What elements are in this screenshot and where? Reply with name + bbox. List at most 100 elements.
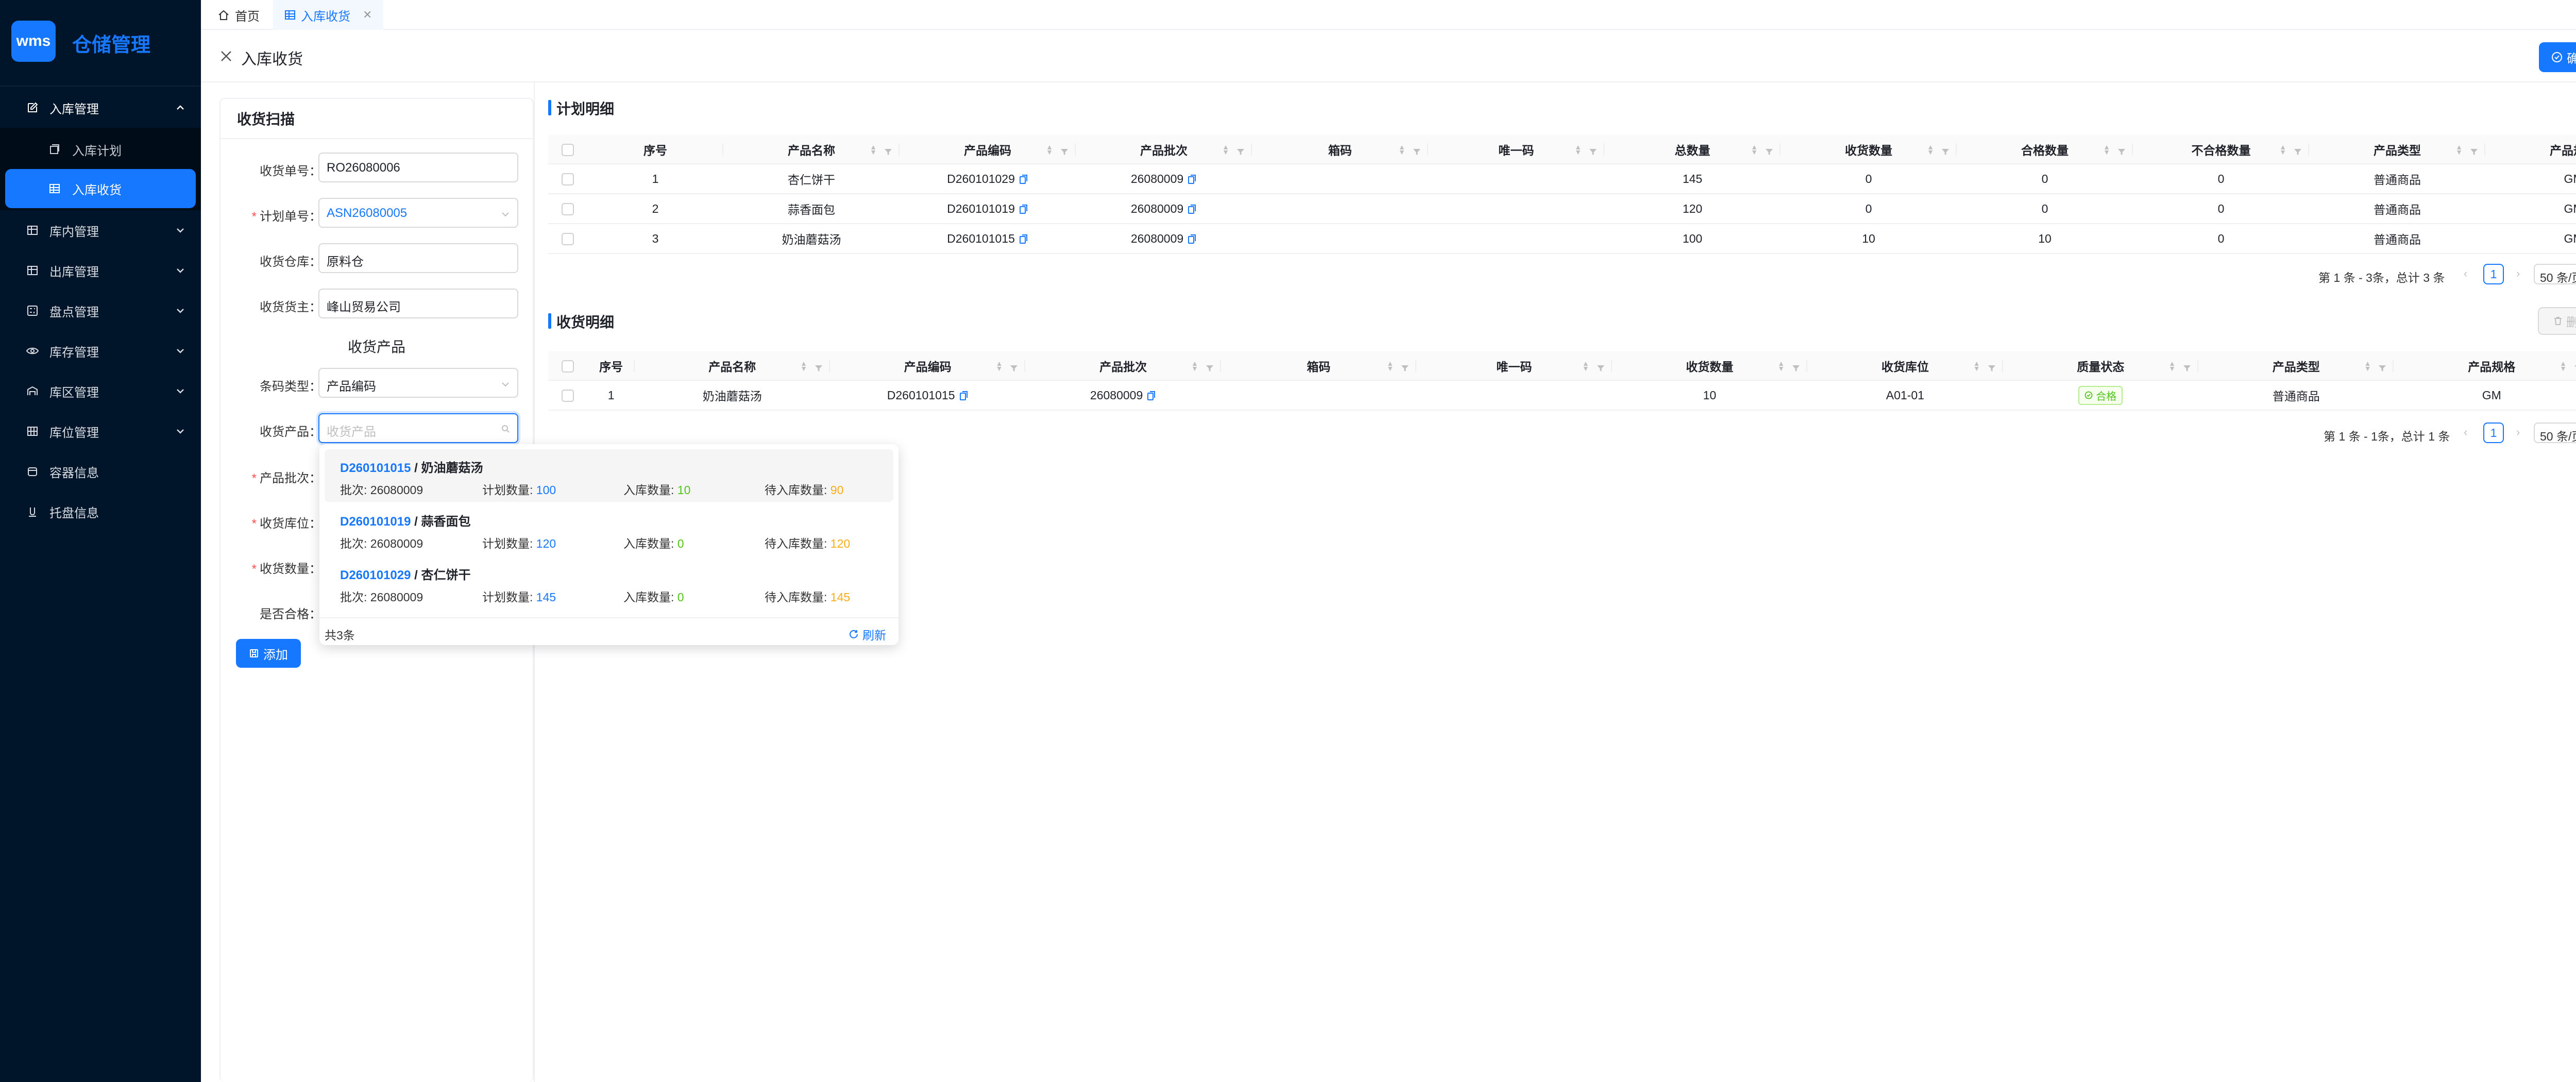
dropdown-option[interactable]: D260101029 / 杏仁饼干 批次: 26080009 计划数量: 145… <box>325 556 893 609</box>
column-header[interactable]: 不合格数量 ▲ ▼ <box>2133 135 2309 164</box>
sort-icon[interactable]: ▲ ▼ <box>1927 143 1934 156</box>
sort-icon[interactable]: ▲ ▼ <box>2103 143 2110 156</box>
copy-icon[interactable] <box>1188 174 1197 184</box>
page-number[interactable]: 1 <box>2483 422 2504 443</box>
sidebar-item-inventory[interactable]: 库存管理 <box>0 331 201 371</box>
tab-inbound-receiving[interactable]: 入库收货 ✕ <box>273 0 384 30</box>
sidebar-item-zone[interactable]: 库区管理 <box>0 371 201 411</box>
dropdown-option[interactable]: D260101019 / 蒜香面包 批次: 26080009 计划数量: 120… <box>325 503 893 555</box>
sort-icon[interactable]: ▲ ▼ <box>996 360 1003 372</box>
filter-icon[interactable] <box>1060 145 1069 159</box>
column-header[interactable]: 产品名称 ▲ ▼ <box>634 351 830 381</box>
filter-icon[interactable] <box>1792 362 1800 376</box>
column-header[interactable]: 产品批次 ▲ ▼ <box>1076 135 1252 164</box>
filter-icon[interactable] <box>1988 362 1996 376</box>
next-page-icon[interactable]: › <box>2516 426 2520 439</box>
column-header[interactable]: 产品类型 ▲ ▼ <box>2309 135 2485 164</box>
sidebar-item-container[interactable]: 容器信息 <box>0 451 201 492</box>
column-header[interactable]: 收货库位 ▲ ▼ <box>1807 351 2003 381</box>
table-cell-batch[interactable]: 26080009 <box>1025 380 1221 411</box>
sidebar-item-stocktake[interactable]: 盘点管理 <box>0 291 201 331</box>
filter-icon[interactable] <box>1010 362 1018 376</box>
filter-icon[interactable] <box>2574 362 2576 376</box>
plan-no-select[interactable]: ASN26080005 <box>318 198 518 228</box>
row-checkbox[interactable] <box>562 173 574 186</box>
sort-icon[interactable]: ▲ ▼ <box>800 360 807 372</box>
column-header[interactable]: 产品批次 ▲ ▼ <box>1025 351 1221 381</box>
column-header[interactable]: 产品名称 ▲ ▼ <box>723 135 900 164</box>
sort-icon[interactable]: ▲ ▼ <box>1398 143 1405 156</box>
column-header[interactable]: 产品类型 ▲ ▼ <box>2198 351 2394 381</box>
filter-icon[interactable] <box>1589 145 1597 159</box>
column-header[interactable]: 合格数量 ▲ ▼ <box>1957 135 2133 164</box>
copy-icon[interactable] <box>1019 234 1028 244</box>
row-checkbox[interactable] <box>562 203 574 216</box>
sort-icon[interactable]: ▲ ▼ <box>1046 143 1053 156</box>
table-cell-code[interactable]: D260101015 <box>829 380 1026 411</box>
sort-icon[interactable]: ▲ ▼ <box>1751 143 1758 156</box>
filter-icon[interactable] <box>1941 145 1950 159</box>
sort-icon[interactable]: ▲ ▼ <box>1973 360 1980 372</box>
sort-icon[interactable]: ▲ ▼ <box>870 143 877 156</box>
close-icon[interactable] <box>219 49 233 65</box>
sort-icon[interactable]: ▲ ▼ <box>2168 360 2176 372</box>
refresh-button[interactable]: 刷新 <box>848 625 886 643</box>
table-cell-batch[interactable]: 26080009 <box>1076 194 1252 224</box>
filter-icon[interactable] <box>2378 362 2386 376</box>
prev-page-icon[interactable]: ‹ <box>2464 267 2467 280</box>
copy-icon[interactable] <box>959 391 969 401</box>
owner-input[interactable]: 峰山贸易公司 <box>318 289 518 318</box>
page-size-select[interactable]: 50 条/页 <box>2534 264 2576 284</box>
filter-icon[interactable] <box>1413 145 1421 159</box>
sort-icon[interactable]: ▲ ▼ <box>1386 360 1394 372</box>
prev-page-icon[interactable]: ‹ <box>2464 426 2467 439</box>
page-size-select[interactable]: 50 条/页 <box>2534 422 2576 443</box>
filter-icon[interactable] <box>2294 145 2302 159</box>
filter-icon[interactable] <box>1597 362 1605 376</box>
sort-icon[interactable]: ▲ ▼ <box>1222 143 1229 156</box>
filter-icon[interactable] <box>2117 145 2126 159</box>
page-number[interactable]: 1 <box>2483 264 2504 284</box>
copy-icon[interactable] <box>1188 234 1197 244</box>
sidebar-item-inbound-receiving[interactable]: 入库收货 <box>5 169 196 208</box>
filter-icon[interactable] <box>815 362 823 376</box>
table-cell-batch[interactable]: 26080009 <box>1076 224 1252 254</box>
dropdown-option[interactable]: D260101015 / 奶油蘑菇汤 批次: 26080009 计划数量: 10… <box>325 449 893 502</box>
table-cell-code[interactable]: D260101029 <box>900 164 1076 194</box>
table-row[interactable]: 3奶油蘑菇汤D2601010152608000910010100普通商品GM <box>548 224 2576 254</box>
copy-icon[interactable] <box>1147 391 1156 401</box>
table-row[interactable]: 1 奶油蘑菇汤 D260101015 26080009 10 A01-01 合格 普通商品 GM <box>548 380 2576 411</box>
table-cell-code[interactable]: D260101015 <box>900 224 1076 254</box>
select-all-checkbox[interactable] <box>562 360 574 373</box>
table-cell-batch[interactable]: 26080009 <box>1076 164 1252 194</box>
copy-icon[interactable] <box>1019 204 1028 214</box>
table-cell-code[interactable]: D260101019 <box>900 194 1076 224</box>
column-header[interactable]: 序号 <box>587 135 723 164</box>
filter-icon[interactable] <box>2470 145 2478 159</box>
column-header[interactable]: 产品编码 ▲ ▼ <box>900 135 1076 164</box>
column-header[interactable]: 产品规格▲▼ <box>2394 351 2576 381</box>
table-row[interactable]: 1 杏仁饼干 D260101029 26080009 145 0 0 0 普通商品 GM <box>548 164 2576 194</box>
barcode-type-select[interactable]: 产品编码 <box>318 368 518 398</box>
filter-icon[interactable] <box>1236 145 1245 159</box>
sort-icon[interactable]: ▲ ▼ <box>2279 143 2286 156</box>
column-header[interactable]: 产品编码 ▲ ▼ <box>829 351 1026 381</box>
filter-icon[interactable] <box>2183 362 2191 376</box>
receipt-no-input[interactable]: RO26080006 <box>318 153 518 182</box>
column-header[interactable]: 产品规格▲▼ <box>2485 135 2576 164</box>
sidebar-item-inbound[interactable]: 入库管理 <box>0 88 201 128</box>
warehouse-input[interactable]: 原料仓 <box>318 243 518 273</box>
sort-icon[interactable]: ▲ ▼ <box>2560 360 2567 372</box>
sidebar-item-in-warehouse[interactable]: 库内管理 <box>0 210 201 250</box>
column-header[interactable]: 收货数量 ▲ ▼ <box>1781 135 1957 164</box>
tab-home[interactable]: 首页 <box>206 0 271 30</box>
row-checkbox[interactable] <box>562 233 574 246</box>
column-header[interactable]: 收货数量 ▲ ▼ <box>1612 351 1808 381</box>
table-row[interactable]: 2 蒜香面包 D260101019 26080009 120 0 0 0 普通商品 GM <box>548 194 2576 224</box>
sidebar-item-outbound[interactable]: 出库管理 <box>0 250 201 291</box>
sort-icon[interactable]: ▲ ▼ <box>1191 360 1198 372</box>
copy-icon[interactable] <box>1188 204 1197 214</box>
sidebar-item-pallet[interactable]: 托盘信息 <box>0 492 201 532</box>
column-header[interactable]: 箱码 ▲ ▼ <box>1221 351 1417 381</box>
sort-icon[interactable]: ▲ ▼ <box>2364 360 2371 372</box>
